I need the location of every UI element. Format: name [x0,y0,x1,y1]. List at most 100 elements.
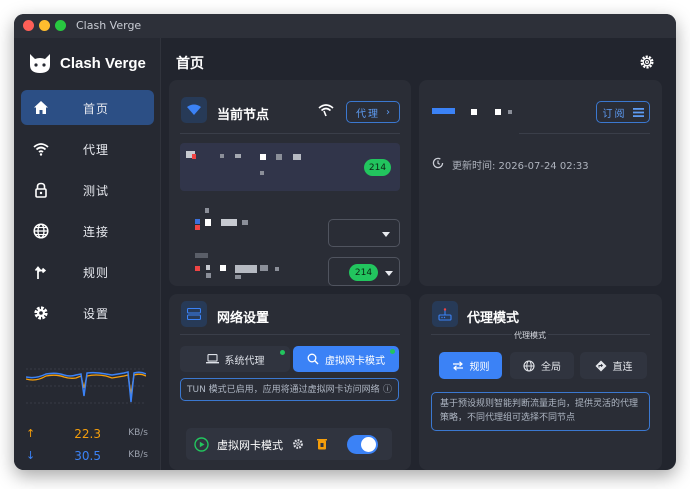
current-node-card: 当前节点 代理 › 214 214 [169,80,411,286]
latency-value: 214 [354,267,373,278]
mode-description: 基于预设规则智能判断流量走向，提供灵活的代理策略，不同代理组可选择不同节点 [440,399,639,423]
arrow-up-icon: ↑ [26,427,36,440]
status-dot [390,349,395,354]
tun-mode-label: 虚拟网卡模式 [325,355,385,367]
current-node-title: 当前节点 [217,108,270,123]
download-unit: KB/s [128,450,148,460]
proxy-mode-small-label: 代理模式 [512,330,548,341]
traffic-stats: ↑ 22.3 KB/s ↓ 30.5 KB/s ⊛ 118 MB [24,426,148,470]
minimize-window-button[interactable] [39,20,50,31]
gear-icon [34,306,48,320]
mode-direct-button[interactable]: 直连 [580,352,647,379]
card-icon-box [181,97,207,123]
proxy-mode-title: 代理模式 [467,311,520,326]
download-value: 30.5 [74,449,101,463]
latency-value: 214 [368,162,387,173]
latency-badge: 214 [364,159,391,176]
title-bar: Clash Verge [14,14,676,38]
traffic-graph [26,368,146,404]
sidebar-item-label: 测试 [83,184,110,198]
wifi-icon [33,143,49,156]
card-divider [519,133,650,134]
mode-label: 全局 [541,362,561,373]
upload-stat: ↑ 22.3 KB/s [24,426,148,448]
help-icon[interactable]: ⓘ [383,383,392,397]
route-icon [34,266,47,279]
system-proxy-tab[interactable]: 系统代理 [180,346,290,372]
signal-icon [318,104,334,117]
lock-icon [35,182,47,198]
page-title: 首页 [176,56,204,72]
wifi-icon [187,104,201,115]
sidebar-item-home[interactable]: 首页 [21,90,154,125]
chevron-down-icon [385,271,393,276]
search-network-icon [307,353,319,365]
tun-info-text: TUN 模式已启用，应用将通过虚拟网卡访问网络 [187,385,380,395]
chevron-down-icon [382,232,390,237]
card-icon-box [432,301,458,327]
subscription-button-label: 订阅 [602,108,627,120]
upload-value: 22.3 [74,427,101,441]
list-icon [632,107,644,117]
sidebar-nav: 首页 代理 测试 连接 规则 设置 [21,90,154,336]
play-circle-icon [194,437,209,452]
sidebar: Clash Verge 首页 代理 测试 连接 规则 设置 ↑ 22.3 KB/… [14,38,161,470]
card-icon-box [181,301,207,327]
tun-toggle-switch[interactable] [347,435,378,454]
network-settings-title: 网络设置 [217,311,270,326]
download-stat: ↓ 30.5 KB/s [24,448,148,470]
proxy-button[interactable]: 代理 › [346,101,400,123]
settings-list-icon [187,308,201,320]
brand: Clash Verge [28,52,146,74]
sidebar-item-settings[interactable]: 设置 [21,295,154,330]
direction-icon [595,360,606,371]
system-proxy-label: 系统代理 [224,355,265,367]
tun-mode-tab[interactable]: 虚拟网卡模式 [293,346,399,372]
network-settings-card: 网络设置 系统代理 虚拟网卡模式 TUN 模式已启用，应用将通过虚拟网卡访问网络… [169,294,411,470]
proxy-button-label: 代理 [356,108,380,120]
card-divider [180,334,400,335]
sidebar-item-proxy[interactable]: 代理 [21,131,154,166]
latency-badge: 214 [349,264,378,281]
update-time: 更新时间: 2026-07-24 02:33 [452,161,589,172]
brand-name: Clash Verge [60,54,146,72]
laptop-icon [205,354,219,364]
toggle-knob [361,437,376,452]
router-icon [438,307,452,321]
subscription-flag [432,108,455,114]
sidebar-item-label: 首页 [83,102,110,116]
proxy-node-select[interactable]: 214 [180,253,400,286]
sidebar-item-label: 代理 [83,143,110,157]
mode-label: 直连 [612,362,633,373]
status-dot [280,350,285,355]
mode-global-button[interactable]: 全局 [510,352,574,379]
zoom-window-button[interactable] [55,20,66,31]
trash-icon[interactable] [317,438,327,450]
home-icon [34,101,48,114]
proxy-mode-card: 代理模式 代理模式 规则 全局 直连 基于预设规则智能判断流量走向，提供灵活的代… [419,294,662,470]
globe-icon [523,359,535,372]
tun-toggle-row: 虚拟网卡模式 [186,428,392,460]
window-title: Clash Verge [76,19,142,32]
mode-description-box: 基于预设规则智能判断流量走向，提供灵活的代理策略，不同代理组可选择不同节点 [431,392,650,431]
card-divider [180,133,400,134]
chevron-right-icon: › [386,106,390,118]
cat-logo-icon [30,54,50,73]
subscription-button[interactable]: 订阅 [596,101,650,123]
tun-row-label: 虚拟网卡模式 [217,439,283,452]
gear-icon[interactable] [292,438,304,450]
sidebar-item-label: 设置 [83,307,110,321]
arrow-down-icon: ↓ [26,449,36,462]
sidebar-item-connections[interactable]: 连接 [21,213,154,248]
sidebar-item-rules[interactable]: 规则 [21,254,154,289]
close-window-button[interactable] [23,20,34,31]
proxy-group-select[interactable] [180,203,400,247]
sidebar-item-test[interactable]: 测试 [21,172,154,207]
mode-label: 规则 [469,362,490,373]
globe-icon [33,223,49,239]
subscription-card: 订阅 更新时间: 2026-07-24 02:33 [419,80,662,286]
current-node-row[interactable]: 214 [180,143,400,191]
mode-rule-button[interactable]: 规则 [439,352,502,379]
settings-gear-icon[interactable] [639,54,655,70]
tun-info-box: TUN 模式已启用，应用将通过虚拟网卡访问网络 ⓘ [180,378,399,401]
